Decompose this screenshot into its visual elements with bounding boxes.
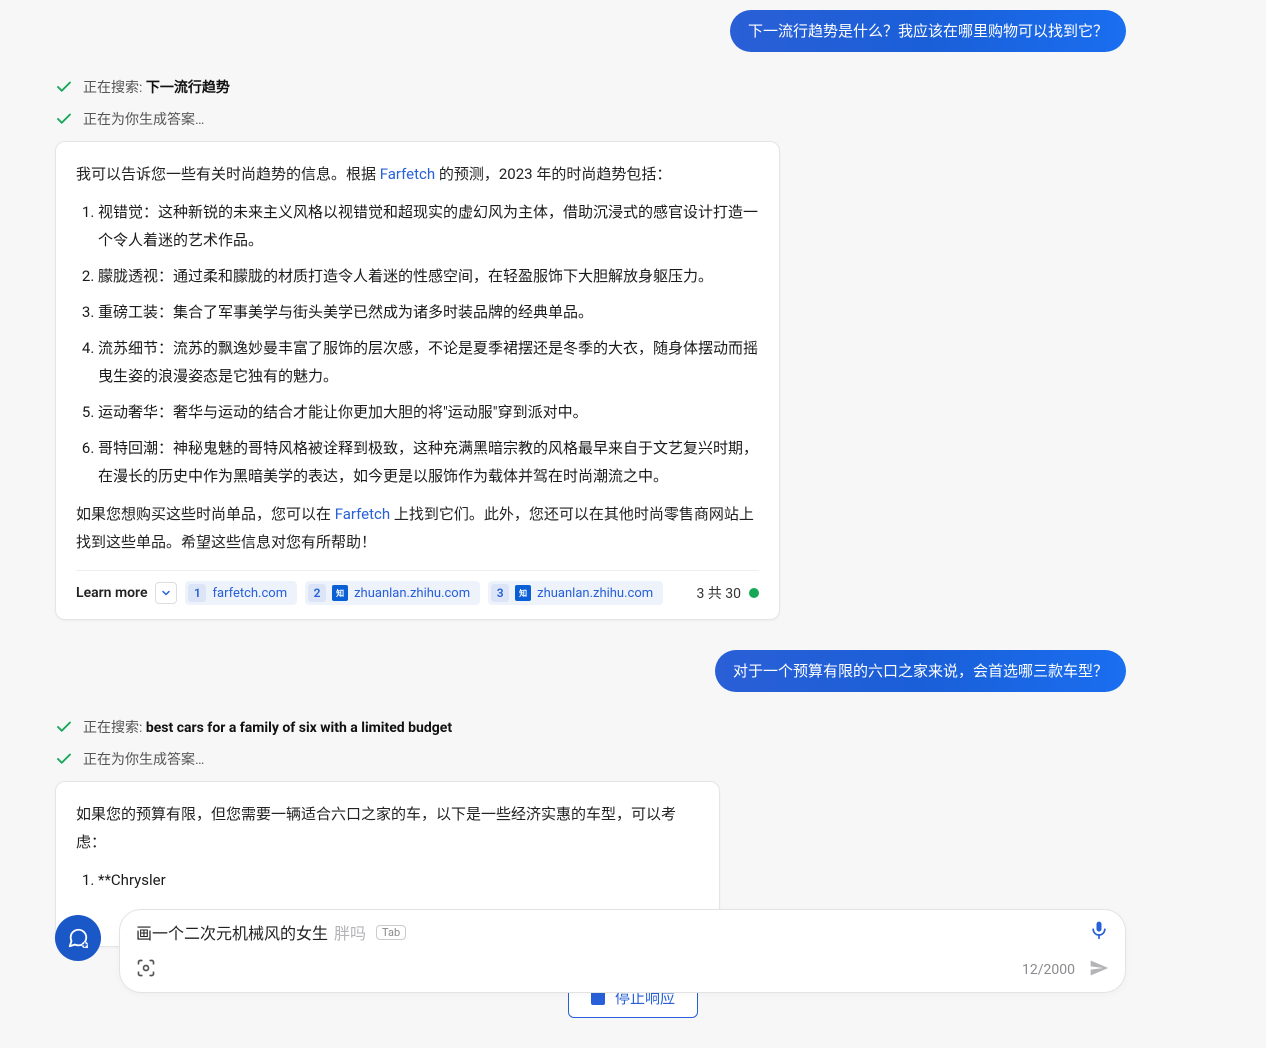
microphone-icon[interactable] xyxy=(1089,920,1109,944)
citation-number: 1 xyxy=(188,584,206,602)
counter-text: 3 共 30 xyxy=(696,583,741,603)
link-farfetch[interactable]: Farfetch xyxy=(380,165,435,183)
list-item: 重磅工装：集合了军事美学与街头美学已然成为诸多时装品牌的经典单品。 xyxy=(98,298,759,326)
status-dot-icon xyxy=(749,588,759,598)
send-icon[interactable] xyxy=(1089,958,1109,982)
bot-intro-text: 如果您的预算有限，但您需要一辆适合六口之家的车，以下是一些经济实惠的车型，可以考… xyxy=(76,800,699,856)
text: 我可以告诉您一些有关时尚趋势的信息。根据 xyxy=(76,165,380,183)
list-item: 朦胧透视：通过柔和朦胧的材质打造令人着迷的性感空间，在轻盈服饰下大胆解放身躯压力… xyxy=(98,262,759,290)
list-item: 哥特回潮：神秘鬼魅的哥特风格被诠释到极致，这种充满黑暗宗教的风格最早来自于文艺复… xyxy=(98,434,759,490)
bot-intro-text: 我可以告诉您一些有关时尚趋势的信息。根据 Farfetch 的预测，2023 年… xyxy=(76,160,759,188)
zhihu-icon: 知 xyxy=(332,585,348,601)
list-item: 视错觉：这种新锐的未来主义风格以视错觉和超现实的虚幻风为主体，借助沉浸式的感官设… xyxy=(98,198,759,254)
status-searching-query: best cars for a family of six with a lim… xyxy=(146,720,452,736)
zhihu-icon: 知 xyxy=(515,585,531,601)
link-farfetch[interactable]: Farfetch xyxy=(335,505,390,523)
text: 如果您想购买这些时尚单品，您可以在 xyxy=(76,505,335,523)
learn-more-label[interactable]: Learn more xyxy=(76,585,147,601)
chat-input-box[interactable]: 画一个二次元机械风的女生胖吗 Tab 12/2000 xyxy=(119,909,1126,993)
status-searching: 正在搜索: 下一流行趋势 xyxy=(55,77,1126,97)
user-message: 下一流行趋势是什么？我应该在哪里购物可以找到它？ xyxy=(55,10,1126,52)
user-message: 对于一个预算有限的六口之家来说，会首选哪三款车型？ xyxy=(55,650,1126,692)
citation-pill[interactable]: 3 知 zhuanlan.zhihu.com xyxy=(488,581,663,605)
user-bubble: 对于一个预算有限的六口之家来说，会首选哪三款车型？ xyxy=(715,650,1126,692)
status-generating-label: 正在为你生成答案… xyxy=(83,749,204,769)
user-bubble: 下一流行趋势是什么？我应该在哪里购物可以找到它？ xyxy=(730,10,1126,52)
status-generating-label: 正在为你生成答案… xyxy=(83,109,204,129)
card-footer: Learn more 1 farfetch.com 2 知 zhuanlan.z… xyxy=(76,570,759,605)
check-icon xyxy=(55,78,73,96)
status-searching-label: 正在搜索: xyxy=(83,80,146,96)
char-counter: 12/2000 xyxy=(1022,962,1075,978)
status-searching: 正在搜索: best cars for a family of six with… xyxy=(55,717,1126,737)
list-item: 流苏细节：流苏的飘逸妙曼丰富了服饰的层次感，不论是夏季裙摆还是冬季的大衣，随身体… xyxy=(98,334,759,390)
chevron-down-icon[interactable] xyxy=(155,582,177,604)
status-generating: 正在为你生成答案… xyxy=(55,109,1126,129)
status-searching-label: 正在搜索: xyxy=(83,720,146,736)
trend-list: 视错觉：这种新锐的未来主义风格以视错觉和超现实的虚幻风为主体，借助沉浸式的感官设… xyxy=(98,198,759,490)
text: 的预测，2023 年的时尚趋势包括： xyxy=(435,165,671,183)
bot-response-card: 我可以告诉您一些有关时尚趋势的信息。根据 Farfetch 的预测，2023 年… xyxy=(55,141,780,620)
citation-domain: zhuanlan.zhihu.com xyxy=(354,586,470,601)
list-item: **Chrysler xyxy=(98,866,699,894)
status-generating: 正在为你生成答案… xyxy=(55,749,1126,769)
citation-pill[interactable]: 1 farfetch.com xyxy=(185,581,297,605)
citation-pill[interactable]: 2 知 zhuanlan.zhihu.com xyxy=(305,581,480,605)
learn-more-row: Learn more 1 farfetch.com 2 知 zhuanlan.z… xyxy=(76,581,663,605)
input-typed-text[interactable]: 画一个二次元机械风的女生 xyxy=(136,920,328,944)
car-list: **Chrysler xyxy=(98,866,699,894)
status-searching-query: 下一流行趋势 xyxy=(146,80,230,96)
list-item: 运动奢华：奢华与运动的结合才能让你更加大胆的将"运动服"穿到派对中。 xyxy=(98,398,759,426)
citation-number: 3 xyxy=(491,584,509,602)
citation-number: 2 xyxy=(308,584,326,602)
tab-key-badge: Tab xyxy=(376,925,406,940)
new-topic-button[interactable] xyxy=(55,915,101,961)
check-icon xyxy=(55,750,73,768)
check-icon xyxy=(55,110,73,128)
image-search-icon[interactable] xyxy=(136,958,156,982)
citation-domain: zhuanlan.zhihu.com xyxy=(537,586,653,601)
turn-counter: 3 共 30 xyxy=(696,583,759,603)
check-icon xyxy=(55,718,73,736)
input-suggestion-text: 胖吗 xyxy=(334,920,366,944)
bot-outro-text: 如果您想购买这些时尚单品，您可以在 Farfetch 上找到它们。此外，您还可以… xyxy=(76,500,759,556)
citation-domain: farfetch.com xyxy=(212,586,287,601)
